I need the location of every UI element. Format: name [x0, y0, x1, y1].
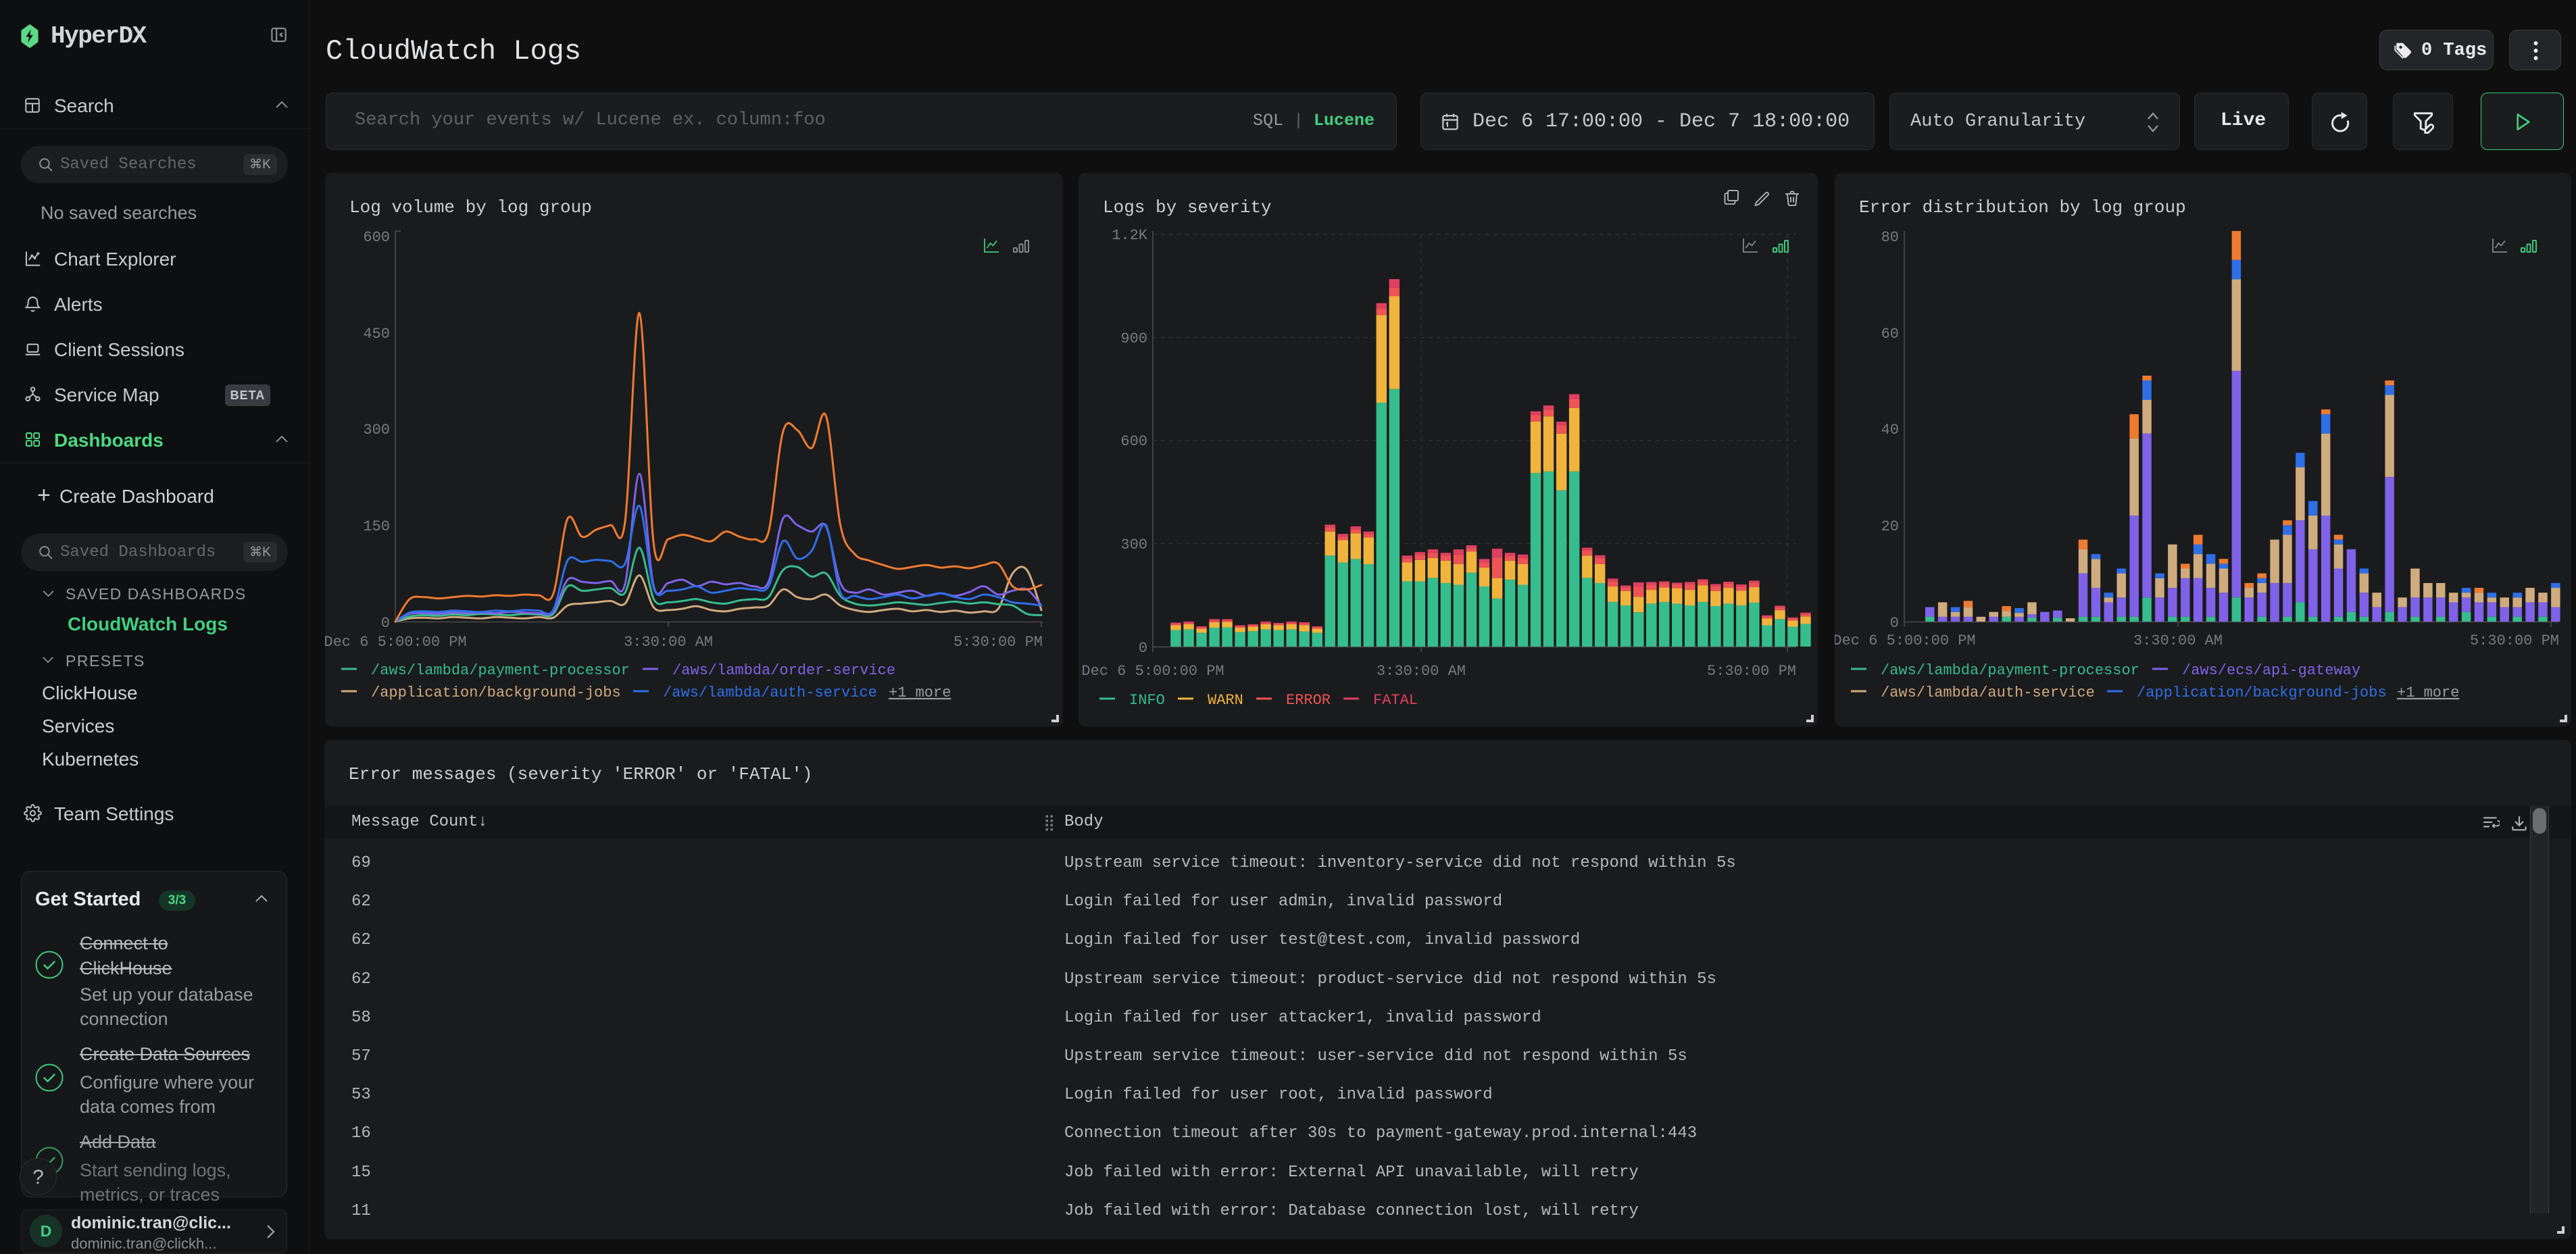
svg-text:0: 0 [1139, 640, 1147, 657]
svg-text:5:30:00 PM: 5:30:00 PM [2470, 632, 2559, 649]
svg-text:3:30:00 AM: 3:30:00 AM [624, 634, 713, 651]
svg-text:3:30:00 AM: 3:30:00 AM [1377, 663, 1466, 680]
svg-text:/application/background-jobs: /application/background-jobs [371, 684, 621, 701]
svg-text:1.2K: 1.2K [1112, 227, 1148, 244]
svg-text:600: 600 [363, 229, 390, 246]
svg-text:Dec 6 5:00:00 PM: Dec 6 5:00:00 PM [1835, 632, 1976, 649]
svg-text:60: 60 [1881, 326, 1899, 343]
svg-text:/aws/lambda/order-service: /aws/lambda/order-service [672, 662, 895, 679]
svg-text:5:30:00 PM: 5:30:00 PM [1707, 663, 1796, 680]
svg-text:WARN: WARN [1208, 692, 1243, 709]
svg-text:80: 80 [1881, 229, 1899, 246]
svg-text:5:30:00 PM: 5:30:00 PM [953, 634, 1043, 651]
svg-text:/aws/ecs/api-gateway: /aws/ecs/api-gateway [2182, 662, 2360, 679]
svg-text:+1 more: +1 more [889, 684, 951, 701]
svg-text:/aws/lambda/payment-processor: /aws/lambda/payment-processor [371, 662, 630, 679]
svg-text:0: 0 [381, 615, 390, 632]
svg-text:/application/background-jobs: /application/background-jobs [2137, 684, 2387, 701]
svg-text:/aws/lambda/auth-service: /aws/lambda/auth-service [1881, 684, 2095, 701]
svg-text:150: 150 [363, 518, 390, 535]
svg-text:ERROR: ERROR [1286, 692, 1331, 709]
svg-text:Dec 6 5:00:00 PM: Dec 6 5:00:00 PM [1081, 663, 1224, 680]
svg-text:Dec 6 5:00:00 PM: Dec 6 5:00:00 PM [325, 634, 467, 651]
svg-text:/aws/lambda/payment-processor: /aws/lambda/payment-processor [1881, 662, 2139, 679]
svg-text:/aws/lambda/auth-service: /aws/lambda/auth-service [663, 684, 877, 701]
svg-text:300: 300 [1120, 536, 1147, 553]
svg-text:600: 600 [1120, 433, 1147, 450]
svg-text:450: 450 [363, 326, 390, 343]
svg-text:FATAL: FATAL [1373, 692, 1418, 709]
svg-text:0: 0 [1890, 615, 1899, 632]
svg-text:INFO: INFO [1129, 692, 1165, 709]
svg-text:+1 more: +1 more [2397, 684, 2459, 701]
svg-text:300: 300 [363, 422, 390, 438]
svg-text:900: 900 [1120, 330, 1147, 347]
svg-text:40: 40 [1881, 422, 1899, 438]
svg-text:20: 20 [1881, 518, 1899, 535]
svg-text:3:30:00 AM: 3:30:00 AM [2133, 632, 2223, 649]
